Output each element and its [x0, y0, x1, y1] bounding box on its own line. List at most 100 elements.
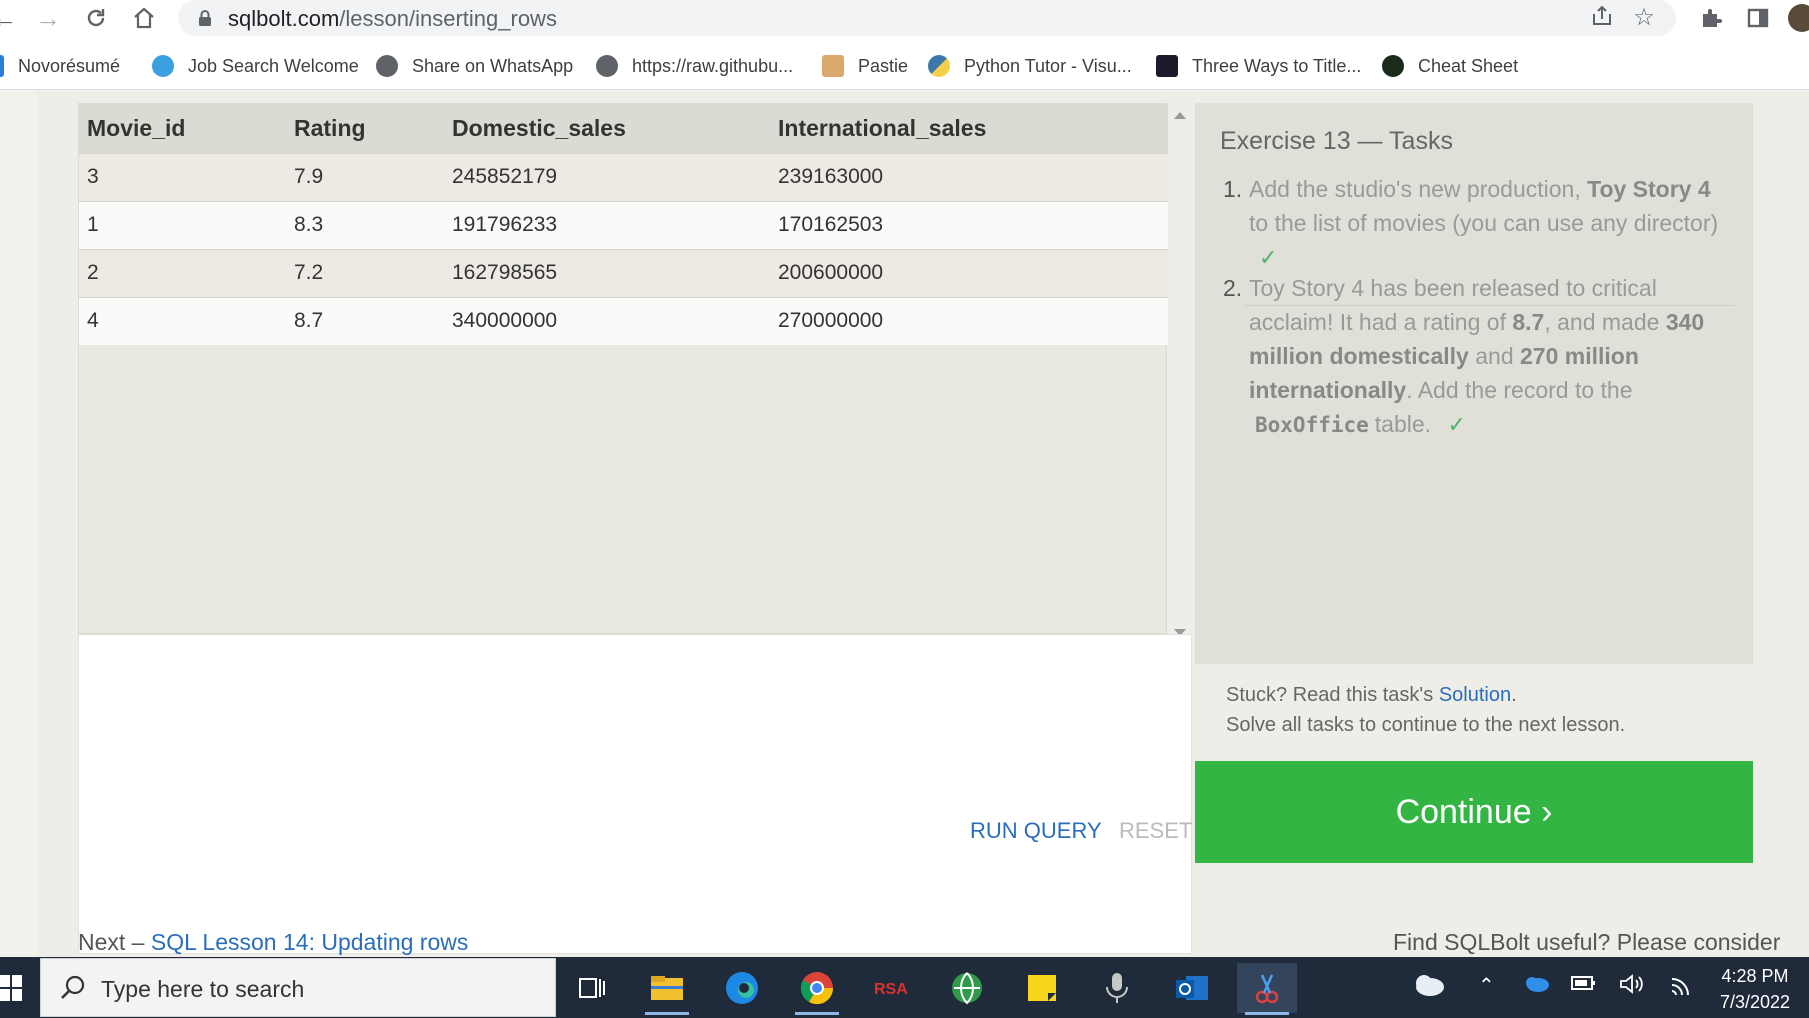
continue-button[interactable]: Continue ›: [1195, 761, 1753, 863]
bookmarks-bar: Novorésumé Job Search Welcome Share on W…: [0, 40, 1809, 90]
clipboard-icon: [822, 55, 844, 77]
address-bar[interactable]: sqlbolt.com/lesson/inserting_rows ☆: [178, 0, 1676, 36]
bookmark-raw-github[interactable]: https://raw.githubu...: [596, 52, 793, 80]
column-header: Domestic_sales: [444, 104, 770, 153]
sticky-notes-icon[interactable]: [1012, 963, 1072, 1013]
results-scrollbar[interactable]: [1168, 104, 1192, 636]
system-clock[interactable]: 4:28 PM 7/3/2022: [1710, 963, 1800, 1015]
snipping-tool-icon[interactable]: [1237, 963, 1297, 1015]
tasks-title: Exercise 13 — Tasks: [1220, 127, 1453, 155]
reload-icon[interactable]: [78, 2, 114, 34]
svg-text:RSA: RSA: [874, 981, 908, 998]
bookmark-job-search[interactable]: Job Search Welcome: [152, 52, 359, 80]
results-table: Movie_id Rating Domestic_sales Internati…: [79, 104, 1168, 345]
table-cell: 2: [79, 248, 286, 297]
dark-square-icon: [1156, 55, 1178, 77]
table-cell: 239163000: [770, 152, 1168, 201]
table-header-row: Movie_id Rating Domestic_sales Internati…: [79, 104, 1168, 153]
task-item-2: 2. Toy Story 4 has been released to crit…: [1223, 271, 1733, 442]
bookmark-novoresume[interactable]: Novorésumé: [0, 52, 120, 80]
outlook-icon[interactable]: [1162, 963, 1222, 1013]
chevron-up-icon[interactable]: ⌃: [1478, 973, 1495, 998]
rsa-app-icon[interactable]: RSA: [862, 963, 922, 1013]
taskbar: Type here to search RSA ⌃ 4:28 PM 7/3/20…: [0, 957, 1809, 1018]
table-cell: 245852179: [444, 152, 770, 201]
table-row: 3 7.9 245852179 239163000: [79, 152, 1168, 201]
share-icon[interactable]: [1588, 4, 1616, 32]
back-arrow-icon[interactable]: ←: [0, 2, 22, 34]
side-panel-icon[interactable]: [1740, 2, 1776, 34]
bookmark-three-ways[interactable]: Three Ways to Title...: [1156, 52, 1361, 80]
table-row: 2 7.2 162798565 200600000: [79, 248, 1168, 297]
globe-icon: [376, 55, 398, 77]
table-cell: 170162503: [770, 200, 1168, 249]
taskbar-search-box[interactable]: Type here to search: [40, 958, 556, 1017]
table-cell: 162798565: [444, 248, 770, 297]
novoresume-icon: [0, 55, 4, 77]
support-prompt: Find SQLBolt useful? Please consider: [1393, 929, 1781, 955]
task-view-icon[interactable]: [562, 963, 622, 1013]
onedrive-icon[interactable]: [1522, 973, 1550, 999]
dark-leaf-icon: [1382, 55, 1404, 77]
tasks-panel: Exercise 13 — Tasks 1. Add the studio's …: [1195, 103, 1753, 664]
bookmark-whatsapp[interactable]: Share on WhatsApp: [376, 52, 573, 80]
clock-date: 7/3/2022: [1719, 992, 1791, 1012]
page: Movie_id Rating Domestic_sales Internati…: [0, 91, 1809, 957]
weather-icon[interactable]: [1410, 969, 1446, 1005]
bookmark-cheat-sheet[interactable]: Cheat Sheet: [1382, 52, 1518, 80]
table-cell: 1: [79, 200, 286, 249]
solution-link[interactable]: Solution: [1439, 684, 1511, 706]
search-icon: [61, 975, 85, 999]
next-lesson: Next – SQL Lesson 14: Updating rows: [78, 929, 469, 955]
bookmark-pastie[interactable]: Pastie: [822, 52, 908, 80]
table-cell: 8.3: [286, 200, 444, 249]
globe-icon: [596, 55, 618, 77]
extensions-puzzle-icon[interactable]: [1693, 2, 1729, 34]
table-cell: 7.9: [286, 152, 444, 201]
url-text[interactable]: sqlbolt.com/lesson/inserting_rows: [228, 6, 557, 32]
task-number: 2.: [1223, 275, 1243, 301]
table-cell: 7.2: [286, 248, 444, 297]
column-header: Rating: [286, 104, 444, 153]
table-cell: 4: [79, 296, 286, 345]
bookmark-star-icon[interactable]: ☆: [1630, 4, 1658, 32]
check-icon: ✓: [1447, 412, 1466, 437]
task-text: Toy Story 4 has been released to critica…: [1249, 275, 1705, 437]
file-explorer-icon[interactable]: [637, 963, 697, 1015]
browser-toolbar: ← → sqlbolt.com/lesson/inserting_rows ☆: [0, 0, 1809, 40]
run-query-button[interactable]: RUN QUERY: [970, 818, 1102, 844]
table-row: 1 8.3 191796233 170162503: [79, 200, 1168, 249]
next-lesson-link[interactable]: SQL Lesson 14: Updating rows: [151, 929, 469, 955]
globe-app-icon[interactable]: [937, 963, 997, 1013]
table-cell: 191796233: [444, 200, 770, 249]
chrome-browser-icon[interactable]: [787, 963, 847, 1015]
windows-start-icon[interactable]: [0, 973, 22, 1003]
table-cell: 8.7: [286, 296, 444, 345]
edge-browser-icon[interactable]: [712, 963, 772, 1013]
task-number: 1.: [1223, 176, 1243, 202]
lock-icon[interactable]: [198, 9, 212, 27]
lightbulb-icon: [152, 55, 174, 77]
microphone-app-icon[interactable]: [1087, 963, 1147, 1013]
table-cell: 340000000: [444, 296, 770, 345]
bookmark-python-tutor[interactable]: Python Tutor - Visu...: [928, 52, 1132, 80]
profile-avatar[interactable]: [1788, 4, 1809, 32]
scroll-up-icon[interactable]: [1174, 112, 1186, 119]
column-header: Movie_id: [79, 104, 286, 153]
table-cell: 270000000: [770, 296, 1168, 345]
clock-time: 4:28 PM: [1721, 966, 1789, 986]
python-icon: [928, 55, 950, 77]
home-icon[interactable]: [126, 2, 162, 34]
battery-icon[interactable]: [1570, 973, 1598, 999]
volume-icon[interactable]: [1618, 973, 1646, 1001]
column-header: International_sales: [770, 104, 1168, 153]
wifi-icon[interactable]: [1668, 973, 1694, 1001]
table-row: 4 8.7 340000000 270000000: [79, 296, 1168, 345]
table-cell: 3: [79, 152, 286, 201]
query-editor[interactable]: RUN QUERY RESET: [78, 634, 1192, 954]
forward-arrow-icon[interactable]: →: [30, 2, 66, 34]
task-item-1: 1. Add the studio's new production, Toy …: [1223, 172, 1733, 275]
reset-button[interactable]: RESET: [1119, 818, 1192, 844]
table-cell: 200600000: [770, 248, 1168, 297]
search-placeholder: Type here to search: [101, 976, 305, 1002]
